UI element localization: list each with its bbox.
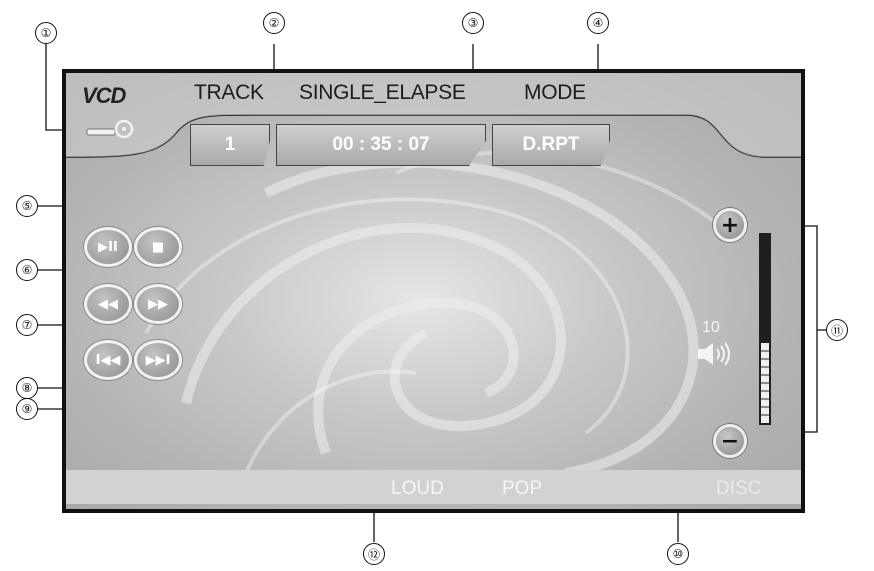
callout-7: ⑦ xyxy=(16,314,38,336)
callout-2: ② xyxy=(263,12,285,34)
track-header: TRACK xyxy=(194,81,264,104)
fast-forward-button[interactable]: ▶▶ xyxy=(134,284,182,324)
callout-11: ⑪ xyxy=(826,319,848,341)
callout-8: ⑧ xyxy=(16,377,38,399)
disc-indicator[interactable]: DISC xyxy=(716,478,761,500)
mode-header: MODE xyxy=(524,81,586,104)
next-track-button[interactable]: ▶▶I xyxy=(134,340,182,380)
previous-track-button[interactable]: I◀◀ xyxy=(84,340,132,380)
skip-group: I◀◀ ▶▶I xyxy=(84,340,182,380)
eq-indicator[interactable]: POP xyxy=(502,478,542,500)
vcd-screen: VCD TRACK SINGLE_ELAPSE MODE 1 00 : 35 :… xyxy=(62,69,805,513)
volume-up-button[interactable]: + xyxy=(713,208,747,242)
disc-slot-icon xyxy=(86,119,134,139)
play-pause-button[interactable]: ▶II xyxy=(84,227,132,267)
callout-6: ⑥ xyxy=(16,259,38,281)
play-stop-group: ▶II ■ xyxy=(84,227,182,267)
volume-level: 10 xyxy=(702,319,720,336)
callout-4: ④ xyxy=(587,12,609,34)
callout-5: ⑤ xyxy=(16,195,38,217)
speaker-icon xyxy=(698,342,730,366)
mode-display[interactable]: D.RPT xyxy=(492,124,610,166)
vcd-logo: VCD xyxy=(82,83,126,108)
callout-10: ⑩ xyxy=(667,543,689,565)
stop-button[interactable]: ■ xyxy=(134,227,182,267)
seek-group: ◀◀ ▶▶ xyxy=(84,284,182,324)
callout-12: ⑫ xyxy=(363,543,385,565)
elapsed-time-display: 00 : 35 : 07 xyxy=(276,124,486,166)
elapse-header: SINGLE_ELAPSE xyxy=(299,81,466,104)
volume-down-button[interactable]: − xyxy=(713,424,747,458)
rewind-button[interactable]: ◀◀ xyxy=(84,284,132,324)
volume-slider[interactable] xyxy=(759,233,771,425)
callout-9: ⑨ xyxy=(16,398,38,420)
callout-3: ③ xyxy=(462,12,484,34)
callout-1: ① xyxy=(35,22,57,44)
track-number-display: 1 xyxy=(190,124,270,166)
loud-indicator[interactable]: LOUD xyxy=(391,478,444,500)
